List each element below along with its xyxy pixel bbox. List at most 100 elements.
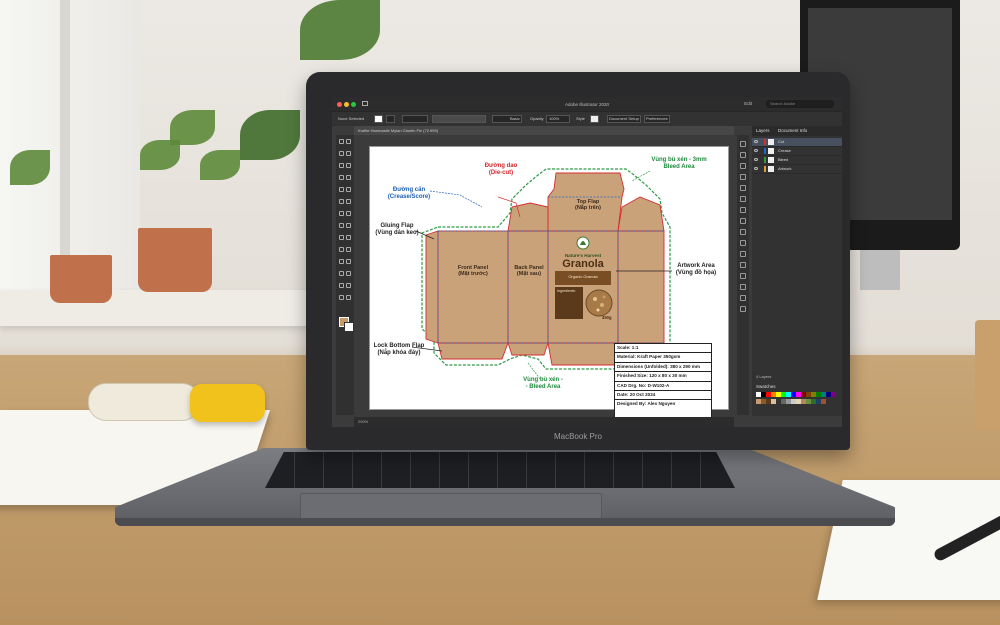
color-swatch[interactable] bbox=[781, 399, 786, 404]
layer-row[interactable]: Crease bbox=[752, 147, 842, 156]
color-swatch[interactable] bbox=[771, 399, 776, 404]
stroke-swatch[interactable] bbox=[386, 115, 395, 123]
tool-icon[interactable] bbox=[346, 187, 351, 192]
color-swatch[interactable] bbox=[816, 399, 821, 404]
color-swatch[interactable] bbox=[756, 392, 761, 397]
panel-icon[interactable] bbox=[740, 295, 746, 301]
tool-icon[interactable] bbox=[346, 247, 351, 252]
tool-icon[interactable] bbox=[346, 223, 351, 228]
tool-icon[interactable] bbox=[339, 247, 344, 252]
color-swatch[interactable] bbox=[811, 392, 816, 397]
tool-icon[interactable] bbox=[339, 175, 344, 180]
color-swatch[interactable] bbox=[781, 392, 786, 397]
tool-icon[interactable] bbox=[339, 163, 344, 168]
tool-icon[interactable] bbox=[339, 211, 344, 216]
tool-icon[interactable] bbox=[339, 283, 344, 288]
zoom-level[interactable]: 200% bbox=[358, 419, 368, 424]
tool-icon[interactable] bbox=[339, 271, 344, 276]
tool-icon[interactable] bbox=[346, 139, 351, 144]
panel-icon[interactable] bbox=[740, 185, 746, 191]
panel-icon[interactable] bbox=[740, 218, 746, 224]
tool-icon[interactable] bbox=[339, 235, 344, 240]
edit-menu[interactable]: Edit bbox=[744, 101, 752, 106]
color-swatch[interactable] bbox=[816, 392, 821, 397]
tool-icon[interactable] bbox=[339, 139, 344, 144]
stroke-color-icon[interactable] bbox=[344, 322, 354, 332]
color-swatch[interactable] bbox=[756, 399, 761, 404]
tool-icon[interactable] bbox=[346, 151, 351, 156]
tool-icon[interactable] bbox=[339, 187, 344, 192]
stroke-style[interactable]: Basic bbox=[510, 115, 520, 123]
tool-icon[interactable] bbox=[346, 295, 351, 300]
visibility-eye-icon[interactable] bbox=[754, 149, 758, 152]
color-swatch[interactable] bbox=[821, 392, 826, 397]
color-swatch[interactable] bbox=[786, 399, 791, 404]
panel-icon[interactable] bbox=[740, 229, 746, 235]
panel-icon[interactable] bbox=[740, 174, 746, 180]
color-swatch[interactable] bbox=[801, 392, 806, 397]
color-swatch[interactable] bbox=[806, 399, 811, 404]
title-block-row: Material: Kraft Paper 350gsm bbox=[615, 353, 711, 363]
tool-icon[interactable] bbox=[346, 211, 351, 216]
keyboard[interactable] bbox=[265, 452, 735, 488]
style-swatch[interactable] bbox=[590, 115, 599, 123]
tool-icon[interactable] bbox=[346, 175, 351, 180]
back-panel-label: Back Panel (Mặt sau) bbox=[514, 265, 544, 278]
color-swatch[interactable] bbox=[831, 392, 836, 397]
tool-icon[interactable] bbox=[346, 163, 351, 168]
color-swatch[interactable] bbox=[761, 392, 766, 397]
color-swatch[interactable] bbox=[806, 392, 811, 397]
tool-icon[interactable] bbox=[346, 199, 351, 204]
panel-icon[interactable] bbox=[740, 141, 746, 147]
search-input[interactable]: Search Adobe bbox=[766, 100, 834, 108]
fill-swatch[interactable] bbox=[374, 115, 383, 123]
color-swatch[interactable] bbox=[821, 399, 826, 404]
panel-icon[interactable] bbox=[740, 240, 746, 246]
tool-icon[interactable] bbox=[339, 223, 344, 228]
panel-icon[interactable] bbox=[740, 251, 746, 257]
color-swatch[interactable] bbox=[791, 392, 796, 397]
panel-icon[interactable] bbox=[740, 196, 746, 202]
tool-icon[interactable] bbox=[339, 295, 344, 300]
panel-icon[interactable] bbox=[740, 262, 746, 268]
layer-row[interactable]: Bleed bbox=[752, 156, 842, 165]
tool-icon[interactable] bbox=[346, 259, 351, 264]
tool-icon[interactable] bbox=[339, 151, 344, 156]
visibility-eye-icon[interactable] bbox=[754, 158, 758, 161]
layer-row[interactable]: Cut bbox=[752, 138, 842, 147]
tool-icon[interactable] bbox=[346, 235, 351, 240]
tab-layers[interactable]: Layers bbox=[756, 128, 770, 133]
title-block: Scale: 1:1 Material: Kraft Paper 350gsm Di… bbox=[614, 343, 712, 421]
color-swatch[interactable] bbox=[766, 392, 771, 397]
panel-icon[interactable] bbox=[740, 273, 746, 279]
color-swatch[interactable] bbox=[796, 392, 801, 397]
tool-icon[interactable] bbox=[346, 283, 351, 288]
color-swatch[interactable] bbox=[801, 399, 806, 404]
variable-width-field[interactable] bbox=[432, 115, 486, 123]
color-swatch[interactable] bbox=[826, 392, 831, 397]
color-swatch[interactable] bbox=[761, 399, 766, 404]
color-swatch[interactable] bbox=[766, 399, 771, 404]
panel-icon[interactable] bbox=[740, 163, 746, 169]
tool-icon[interactable] bbox=[346, 271, 351, 276]
color-swatch[interactable] bbox=[786, 392, 791, 397]
panel-icon[interactable] bbox=[740, 284, 746, 290]
artboard[interactable]: Đường dao (Die-cut) Đường cấn (Crease/Sc… bbox=[370, 147, 728, 421]
color-swatch[interactable] bbox=[791, 399, 796, 404]
panel-icon[interactable] bbox=[740, 306, 746, 312]
layer-row[interactable]: Artwork bbox=[752, 165, 842, 174]
tool-icon[interactable] bbox=[339, 199, 344, 204]
color-swatch[interactable] bbox=[811, 399, 816, 404]
panel-icon[interactable] bbox=[740, 207, 746, 213]
visibility-eye-icon[interactable] bbox=[754, 140, 758, 143]
visibility-eye-icon[interactable] bbox=[754, 167, 758, 170]
tab-document-info[interactable]: Document Info bbox=[778, 128, 807, 133]
stroke-weight-field[interactable] bbox=[402, 115, 428, 123]
document-tab[interactable]: Kraftie Hardcastle Mylan Glantin Ftv (72… bbox=[354, 126, 734, 135]
color-swatch[interactable] bbox=[771, 392, 776, 397]
color-swatch[interactable] bbox=[796, 399, 801, 404]
tool-icon[interactable] bbox=[339, 259, 344, 264]
color-swatch[interactable] bbox=[776, 399, 781, 404]
color-swatch[interactable] bbox=[776, 392, 781, 397]
panel-icon[interactable] bbox=[740, 152, 746, 158]
